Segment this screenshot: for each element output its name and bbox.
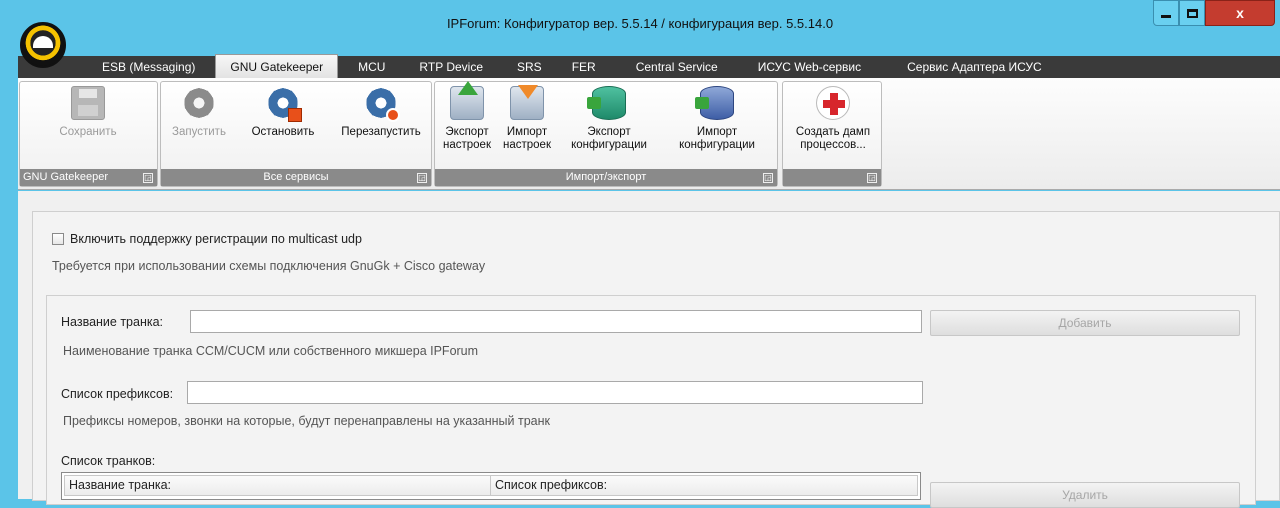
stop-button-label: Остановить [251,126,315,138]
tab-isus-adapter-service[interactable]: Сервис Адаптера ИСУС [893,56,1056,78]
export-config-line1: Экспорт [587,126,631,138]
export-settings-line1: Экспорт [445,126,489,138]
multicast-checkbox[interactable] [52,233,64,245]
grid-header: Название транка: Список префиксов: [64,475,918,496]
tab-rtp-device[interactable]: RTP Device [405,56,497,78]
ribbon-group-services: Запустить Остановить Перезапустить Все с… [160,81,432,187]
window-title: IPForum: Конфигуратор вер. 5.5.14 / конф… [446,16,834,31]
import-config-line1: Импорт [696,126,738,138]
ribbon-group-dump: Создать дамп процессов... ◲ [782,81,882,187]
trunk-name-hint: Наименование транка CCM/CUCM или собстве… [63,344,479,358]
prefix-list-input[interactable] [187,381,923,404]
tab-gnu-gatekeeper[interactable]: GNU Gatekeeper [215,54,339,78]
gear-start-icon [182,86,216,120]
ribbon-group-label: Импорт/экспорт [435,169,777,186]
maximize-icon [1186,8,1198,18]
create-dump-line1: Создать дамп [795,126,871,138]
import-config-line2: конфигурации [679,139,755,151]
ribbon-tabs: ESB (Messaging) GNU Gatekeeper MCU RTP D… [18,54,1280,78]
restart-button-label: Перезапустить [341,126,421,138]
tab-esb-messaging[interactable]: ESB (Messaging) [88,56,209,78]
save-button[interactable]: Сохранить [38,86,138,139]
ribbon-group-label: GNU Gatekeeper [20,169,157,186]
multicast-hint: Требуется при использовании схемы подклю… [52,259,486,273]
multicast-checkbox-row[interactable]: Включить поддержку регистрации по multic… [52,232,362,246]
ribbon-group-gatekeeper: Сохранить GNU Gatekeeper ◲ [19,81,158,187]
dialog-launcher-icon[interactable]: ◲ [763,173,773,183]
start-button-label: Запустить [172,126,226,138]
export-settings-button[interactable]: Экспорт настроек [439,81,495,152]
medkit-icon [816,86,850,120]
title-bar: IPForum: Конфигуратор вер. 5.5.14 / конф… [0,0,1280,68]
export-config-button[interactable]: Экспорт конфигурации [559,86,659,152]
export-database-icon [587,86,626,120]
trunk-name-label: Название транка: [61,315,164,329]
dialog-launcher-icon[interactable]: ◲ [417,173,427,183]
create-dump-button[interactable]: Создать дамп процессов... [787,86,879,152]
gear-restart-icon [364,86,400,122]
import-arrow-icon [510,85,544,120]
import-settings-button[interactable]: Импорт настроек [499,85,555,152]
tab-isus-web-service[interactable]: ИСУС Web-сервис [744,56,875,78]
tab-mcu[interactable]: MCU [344,56,399,78]
import-settings-line2: настроек [503,139,551,151]
create-dump-line2: процессов... [800,139,866,151]
save-button-label: Сохранить [59,126,117,138]
tab-central-service[interactable]: Central Service [622,56,732,78]
close-button[interactable]: x [1205,0,1275,26]
grid-column-trunk-name[interactable]: Название транка: [65,476,491,495]
import-config-button[interactable]: Импорт конфигурации [667,86,767,152]
tab-srs[interactable]: SRS [503,56,556,78]
dialog-launcher-icon[interactable]: ◲ [143,173,153,183]
export-config-line2: конфигурации [571,139,647,151]
prefix-list-hint: Префиксы номеров, звонки на которые, буд… [63,414,550,428]
minimize-button[interactable] [1153,0,1179,26]
app-logo-icon[interactable] [20,22,66,68]
export-settings-line2: настроек [443,139,491,151]
ribbon-group-import-export: Экспорт настроек Импорт настроек Экспорт… [434,81,778,187]
start-button[interactable]: Запустить [164,86,234,139]
ribbon: Сохранить GNU Gatekeeper ◲ Запустить Ост… [18,78,1280,190]
multicast-checkbox-label: Включить поддержку регистрации по multic… [70,232,362,246]
import-settings-line1: Импорт [506,126,548,138]
floppy-disk-icon [71,86,105,120]
add-button[interactable]: Добавить [930,310,1240,336]
restart-button[interactable]: Перезапустить [331,86,431,139]
trunk-list-grid[interactable]: Название транка: Список префиксов: [61,472,921,500]
grid-column-prefix-list[interactable]: Список префиксов: [491,476,917,495]
tab-fer[interactable]: FER [558,56,610,78]
minimize-icon [1161,14,1171,18]
dialog-launcher-icon[interactable]: ◲ [867,173,877,183]
export-arrow-icon [450,81,484,120]
maximize-button[interactable] [1179,0,1205,26]
trunk-name-input[interactable] [190,310,922,333]
trunk-list-label: Список транков: [61,454,156,468]
delete-button[interactable]: Удалить [930,482,1240,508]
prefix-list-label: Список префиксов: [61,387,174,401]
stop-button[interactable]: Остановить [239,86,327,139]
gear-stop-icon [266,86,302,122]
import-database-icon [695,86,734,120]
ribbon-group-label: Все сервисы [161,169,431,186]
